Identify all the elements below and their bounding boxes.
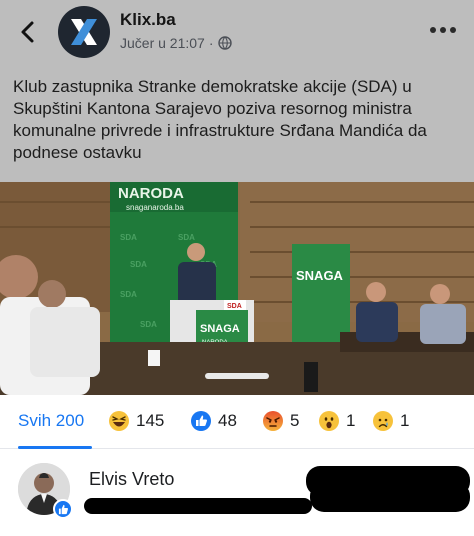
podium-logo: SDA (227, 303, 242, 310)
user-name[interactable]: Elvis Vreto (89, 469, 174, 490)
press-conference-image: NARODA snaganaroda.ba SDA SDA SDA SDA SD… (0, 182, 474, 395)
banner-url: snaganaroda.ba (126, 203, 184, 212)
backdrop-logo: SDA (140, 320, 157, 329)
angry-icon (262, 410, 284, 432)
tab-haha[interactable]: 145 (108, 409, 164, 433)
backdrop-logo: SDA (178, 233, 195, 242)
wow-count: 1 (346, 411, 356, 430)
tab-all[interactable]: Svih 200 (18, 409, 84, 433)
backdrop-logo: SDA (120, 233, 137, 242)
sad-count: 1 (400, 411, 410, 430)
tab-angry[interactable]: 5 (262, 409, 299, 433)
podium-text: SNAGA (200, 323, 240, 335)
wow-icon (318, 410, 340, 432)
redaction-bar (310, 482, 470, 512)
home-indicator (205, 373, 269, 379)
tab-all-label: Svih 200 (18, 411, 85, 430)
redaction-bar (84, 498, 312, 514)
globe-icon (217, 36, 232, 50)
post-container: Klix.ba Jučer u 21:07 · Klub zastupnika … (0, 0, 474, 395)
reaction-tabs: Svih 200 145 48 5 1 1 (0, 395, 474, 449)
like-count: 48 (218, 411, 237, 430)
backdrop-logo: SDA (120, 290, 137, 299)
dot-icon (450, 27, 456, 33)
back-button[interactable] (14, 18, 42, 46)
angry-count: 5 (290, 411, 300, 430)
page-name[interactable]: Klix.ba (120, 10, 176, 30)
more-options-button[interactable] (430, 22, 458, 38)
post-timestamp[interactable]: Jučer u 21:07 (120, 35, 205, 51)
chevron-left-icon (21, 21, 34, 43)
dot-icon (440, 27, 446, 33)
post-meta: Jučer u 21:07 · (120, 35, 232, 51)
post-photo[interactable]: NARODA snaganaroda.ba SDA SDA SDA SDA SD… (0, 182, 474, 395)
tab-wow[interactable]: 1 (318, 409, 355, 433)
tab-sad[interactable]: 1 (372, 409, 409, 433)
list-item[interactable]: Elvis Vreto (0, 449, 474, 536)
dot-icon (430, 27, 436, 33)
backdrop-logo: SDA (130, 260, 147, 269)
klix-logo-icon (71, 19, 97, 45)
banner-text: NARODA (118, 185, 184, 202)
rollup-text: SNAGA (296, 268, 344, 283)
reactions-sheet: Svih 200 145 48 5 1 1 Elvis Vreto (0, 395, 474, 536)
haha-icon (108, 410, 130, 432)
page-avatar[interactable] (58, 6, 110, 58)
like-icon (53, 499, 73, 519)
tab-like[interactable]: 48 (190, 409, 237, 433)
meta-separator: · (208, 35, 214, 51)
sad-icon (372, 410, 394, 432)
like-icon (190, 410, 212, 432)
post-caption: Klub zastupnika Stranke demokratske akci… (13, 77, 427, 162)
haha-count: 145 (136, 411, 165, 430)
